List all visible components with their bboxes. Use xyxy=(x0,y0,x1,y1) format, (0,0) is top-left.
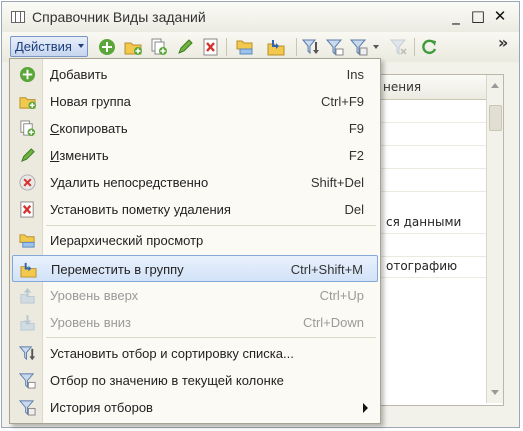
menu-item-level-up: Уровень вверх Ctrl+Up xyxy=(12,282,378,309)
chevron-down-icon xyxy=(78,44,84,48)
toolbar-separator xyxy=(296,38,297,56)
menu-item-filter-by-value[interactable]: Отбор по значению в текущей колонке xyxy=(12,367,378,394)
title-bar: Справочник Виды заданий _ □ ✕ xyxy=(2,2,519,33)
filter-history-icon xyxy=(19,400,36,416)
chevron-right-icon xyxy=(363,403,368,413)
menu-item-copy[interactable]: Скопировать F9 xyxy=(12,115,378,142)
level-up-icon xyxy=(20,287,35,304)
hierarchy-icon[interactable] xyxy=(236,38,254,56)
menu-item-hierarchy-view[interactable]: Иерархический просмотр xyxy=(12,227,378,254)
scroll-down-icon[interactable] xyxy=(491,390,499,395)
mark-delete-icon xyxy=(20,201,34,218)
menu-item-mark-delete[interactable]: Установить пометку удаления Del xyxy=(12,196,378,223)
table-icon xyxy=(11,11,25,23)
menu-item-shortcut: Del xyxy=(344,202,364,217)
scroll-thumb[interactable] xyxy=(489,105,502,131)
level-down-icon xyxy=(20,314,35,331)
menu-item-label: Добавить xyxy=(50,67,108,82)
menu-item-shortcut: F9 xyxy=(348,121,364,136)
column-header: нения xyxy=(383,80,422,94)
move-to-group-icon[interactable] xyxy=(267,38,285,56)
clear-filter-icon xyxy=(390,39,407,56)
copy-icon[interactable] xyxy=(150,38,168,56)
close-button[interactable]: ✕ xyxy=(492,8,508,24)
edit-icon xyxy=(20,148,35,163)
menu-item-label: Установить отбор и сортировку списка... xyxy=(50,346,294,361)
actions-label: Действия xyxy=(15,39,72,54)
menu-item-add[interactable]: Добавить Ins xyxy=(12,61,378,88)
add-icon[interactable] xyxy=(98,38,116,56)
menu-item-filter-history[interactable]: История отборов xyxy=(12,394,378,421)
menu-item-move-to-group[interactable]: Переместить в группу Ctrl+Shift+M xyxy=(12,255,378,282)
menu-item-shortcut: Ctrl+Up xyxy=(319,288,364,303)
menu-item-delete-direct[interactable]: Удалить непосредственно Shift+Del xyxy=(12,169,378,196)
menu-item-label: Иерархический просмотр xyxy=(50,233,204,248)
filter-by-value-icon xyxy=(19,373,36,389)
menu-item-shortcut: Shift+Del xyxy=(310,175,364,190)
menu-item-shortcut: Ctrl+F9 xyxy=(321,94,364,109)
menu-separator xyxy=(46,225,376,226)
toolbar-separator xyxy=(226,38,227,56)
chevron-down-icon[interactable] xyxy=(373,45,379,49)
vertical-scrollbar[interactable] xyxy=(486,75,503,403)
menu-item-edit[interactable]: Изменить F2 xyxy=(12,142,378,169)
filter-by-value-icon[interactable] xyxy=(326,38,344,56)
menu-item-label: Изменить xyxy=(50,148,109,163)
menu-separator xyxy=(46,337,376,338)
delete-direct-icon xyxy=(19,174,36,191)
menu-item-shortcut: Ctrl+Shift+M xyxy=(290,262,363,277)
new-group-icon xyxy=(19,97,36,110)
toolbar-overflow-icon[interactable]: » xyxy=(498,33,508,52)
hierarchy-icon xyxy=(19,234,35,248)
menu-item-shortcut: Ins xyxy=(346,67,364,82)
menu-item-label: Скопировать xyxy=(50,121,128,136)
menu-item-label: Уровень вниз xyxy=(50,315,131,330)
menu-item-new-group[interactable]: Новая группа Ctrl+F9 xyxy=(12,88,378,115)
set-filter-icon[interactable] xyxy=(302,38,320,56)
add-icon xyxy=(19,66,36,83)
scroll-up-icon[interactable] xyxy=(491,83,499,88)
new-group-icon[interactable] xyxy=(124,38,142,56)
actions-menu-button[interactable]: Действия xyxy=(10,36,88,57)
cell-text: отографию xyxy=(386,259,458,273)
cell-text: ся данными xyxy=(386,215,462,229)
toolbar-separator xyxy=(414,38,415,56)
minimize-button[interactable]: _ xyxy=(448,8,464,24)
copy-icon xyxy=(20,120,36,137)
menu-item-label: Новая группа xyxy=(50,94,131,109)
menu-item-label: Отбор по значению в текущей колонке xyxy=(50,373,284,388)
filter-history-icon[interactable] xyxy=(350,38,368,56)
menu-item-shortcut: Ctrl+Down xyxy=(302,315,364,330)
delete-icon[interactable] xyxy=(202,38,220,56)
set-filter-icon xyxy=(19,346,36,361)
window-title: Справочник Виды заданий xyxy=(32,9,206,25)
actions-dropdown-menu: Добавить Ins Новая группа Ctrl+F9 Скопир… xyxy=(9,58,381,424)
menu-item-shortcut: F2 xyxy=(348,148,364,163)
edit-icon[interactable] xyxy=(176,38,194,56)
menu-item-label: История отборов xyxy=(50,400,153,415)
menu-item-label: Переместить в группу xyxy=(51,262,184,277)
menu-item-label: Уровень вверх xyxy=(50,288,139,303)
move-to-group-icon xyxy=(20,262,37,278)
menu-item-level-down: Уровень вниз Ctrl+Down xyxy=(12,309,378,336)
menu-item-label: Установить пометку удаления xyxy=(50,202,231,217)
maximize-button[interactable]: □ xyxy=(470,8,486,24)
menu-item-set-filter[interactable]: Установить отбор и сортировку списка... xyxy=(12,340,378,367)
menu-item-label: Удалить непосредственно xyxy=(50,175,209,190)
refresh-icon[interactable] xyxy=(420,38,438,56)
